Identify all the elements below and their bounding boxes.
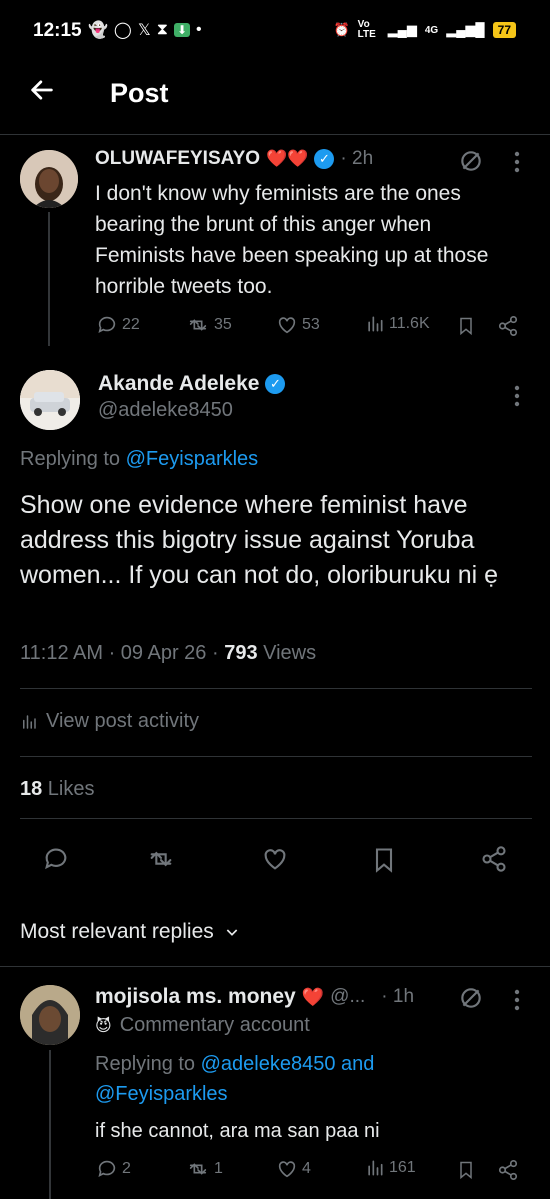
status-right: ⏰ Vo LTE ▂▄▆ 4G ▂▄▆█ 77 (333, 20, 516, 40)
reply-header: mojisola ms. money ❤️ @... · 1h (95, 985, 414, 1009)
heart-emoji: ❤️❤️ (266, 149, 309, 168)
more-options-icon[interactable] (512, 384, 522, 413)
like-count: 4 (302, 1160, 311, 1177)
repost-button[interactable]: 35 (186, 314, 232, 336)
replies-sort-label: Most relevant replies (20, 920, 214, 943)
status-bar: 12:15 👻 ◯ 𝕏 ⧗ ⬇ • ⏰ Vo LTE ▂▄▆ 4G ▂▄▆█ 7… (0, 0, 550, 62)
reply-button[interactable]: 22 (96, 314, 140, 336)
post-meta: 11:12 AM · 09 Apr 26 · 793 Views (20, 642, 316, 665)
replying-to-link[interactable]: @Feyisparkles (95, 1083, 228, 1105)
thread-line (49, 1050, 51, 1199)
like-button[interactable] (260, 845, 290, 878)
bookmark-button[interactable] (370, 845, 398, 880)
dot-icon: • (196, 21, 202, 38)
parent-header: OLUWAFEYISAYO ❤️❤️ ✓ · 2h (95, 148, 373, 170)
share-button[interactable] (480, 845, 508, 878)
status-time: 12:15 (33, 20, 82, 41)
chevron-down-icon (226, 929, 238, 936)
battery-icon: 77 (492, 22, 516, 38)
heart-emoji: ❤️ (301, 986, 325, 1007)
analytics-icon (23, 714, 36, 729)
verified-icon: ✓ (314, 149, 335, 169)
reply-text: if she cannot, ara ma san paa ni (95, 1120, 380, 1142)
parent-text: I don't know why feminists are the ones … (95, 182, 489, 298)
main-author-row: Akande Adeleke ✓ (98, 372, 286, 396)
replying-prefix: Replying to (20, 448, 126, 470)
reply-button[interactable] (42, 845, 70, 878)
likes-label: Likes (42, 778, 95, 800)
main-avatar[interactable] (20, 370, 80, 430)
divider (20, 688, 532, 689)
like-button[interactable]: 53 (276, 314, 320, 336)
signal-icon-2: ▂▄▆█ (446, 22, 485, 37)
divider (0, 966, 550, 967)
repost-button[interactable]: 1 (186, 1158, 223, 1180)
repost-count: 35 (214, 316, 232, 333)
views-count: 11.6K (389, 315, 430, 332)
main-text: Show one evidence where feminist have ad… (20, 491, 499, 589)
main-handle[interactable]: @adeleke8450 (98, 399, 233, 422)
thread-line (48, 212, 50, 346)
divider (20, 818, 532, 819)
hourglass-icon: ⧗ (156, 21, 168, 38)
badge-text: Commentary account (119, 1014, 310, 1036)
network-type: 4G (424, 24, 439, 36)
replying-prefix: Replying to (95, 1053, 201, 1075)
repost-button[interactable] (146, 845, 176, 878)
views-number: 793 (224, 642, 258, 664)
signal-icon: ▂▄▆ (387, 22, 417, 37)
more-options-icon[interactable] (512, 988, 522, 1017)
header-divider (0, 134, 550, 135)
repost-count: 1 (214, 1160, 223, 1177)
reply-avatar[interactable] (20, 985, 80, 1045)
post-timestamp: 11:12 AM · 09 Apr 26 · (20, 642, 225, 664)
page-title: Post (110, 78, 169, 108)
views-button[interactable]: 161 (365, 1158, 416, 1178)
reply-author[interactable]: mojisola ms. money (95, 985, 296, 1009)
parent-time: · 2h (340, 148, 374, 169)
x-icon: 𝕏 (137, 22, 151, 39)
replying-to-link[interactable]: @adeleke8450 (201, 1053, 336, 1075)
reply-time: · 1h (381, 986, 415, 1007)
share-icon[interactable] (497, 315, 519, 342)
reply-replying-to: Replying to @adeleke8450 and @Feyisparkle… (95, 1049, 525, 1109)
views-button[interactable]: 11.6K (365, 314, 430, 334)
back-arrow-icon[interactable] (28, 76, 56, 112)
bookmark-icon[interactable] (456, 1159, 476, 1186)
verified-icon: ✓ (265, 374, 286, 394)
views-label: Views (257, 642, 317, 664)
badge-emoji: 😈 (95, 1017, 112, 1035)
reply-count: 2 (122, 1160, 131, 1177)
account-badge: 😈 Commentary account (95, 1014, 310, 1037)
replying-to-link[interactable]: @Feyisparkles (126, 448, 259, 470)
reply-handle[interactable]: @... (330, 986, 365, 1008)
share-icon[interactable] (497, 1159, 519, 1186)
view-activity-button[interactable]: View post activity (20, 710, 199, 733)
replies-sort-dropdown[interactable]: Most relevant replies (20, 920, 240, 944)
download-icon: ⬇ (173, 23, 191, 37)
grok-icon[interactable] (458, 148, 484, 179)
bookmark-icon[interactable] (456, 315, 476, 342)
main-author[interactable]: Akande Adeleke (98, 372, 259, 396)
whatsapp-icon: ◯ (113, 22, 132, 39)
view-activity-label: View post activity (46, 710, 200, 732)
snapchat-icon: 👻 (88, 22, 108, 39)
divider (20, 756, 532, 757)
reply-button[interactable]: 2 (96, 1158, 131, 1180)
like-button[interactable]: 4 (276, 1158, 311, 1180)
replying-and: and (335, 1053, 375, 1075)
likes-count: 18 (20, 778, 43, 800)
parent-author[interactable]: OLUWAFEYISAYO (95, 148, 260, 170)
replying-to: Replying to @Feyisparkles (20, 448, 258, 471)
alarm-icon: ⏰ (333, 22, 350, 37)
notification-icons: 👻 ◯ 𝕏 ⧗ ⬇ • (88, 20, 202, 40)
volte-label: Vo LTE (357, 19, 376, 40)
reply-count: 22 (122, 316, 140, 333)
grok-icon[interactable] (458, 985, 484, 1016)
views-count: 161 (389, 1159, 416, 1176)
likes-summary[interactable]: 18 Likes (20, 778, 95, 801)
like-count: 53 (302, 316, 320, 333)
more-options-icon[interactable] (512, 150, 522, 179)
parent-avatar[interactable] (20, 150, 78, 208)
